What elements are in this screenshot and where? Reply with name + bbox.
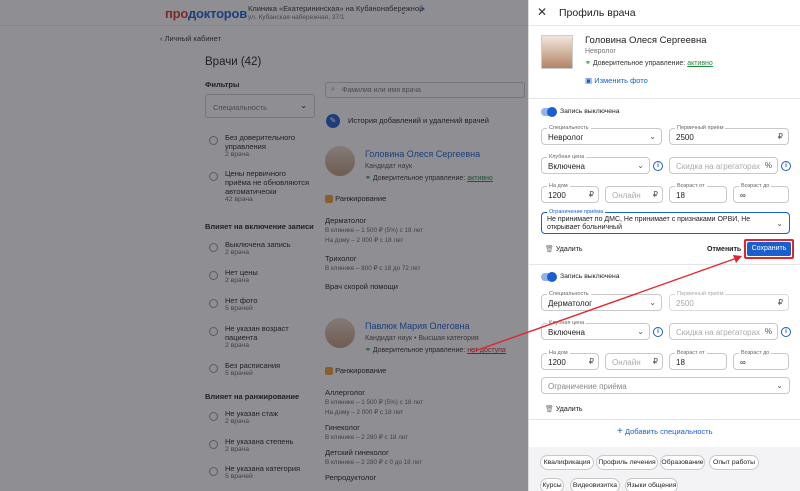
arrow-line (471, 257, 738, 353)
annotation-arrow (471, 255, 742, 353)
app-root: продокторов Клиника «Екатерининская» на … (0, 0, 800, 491)
